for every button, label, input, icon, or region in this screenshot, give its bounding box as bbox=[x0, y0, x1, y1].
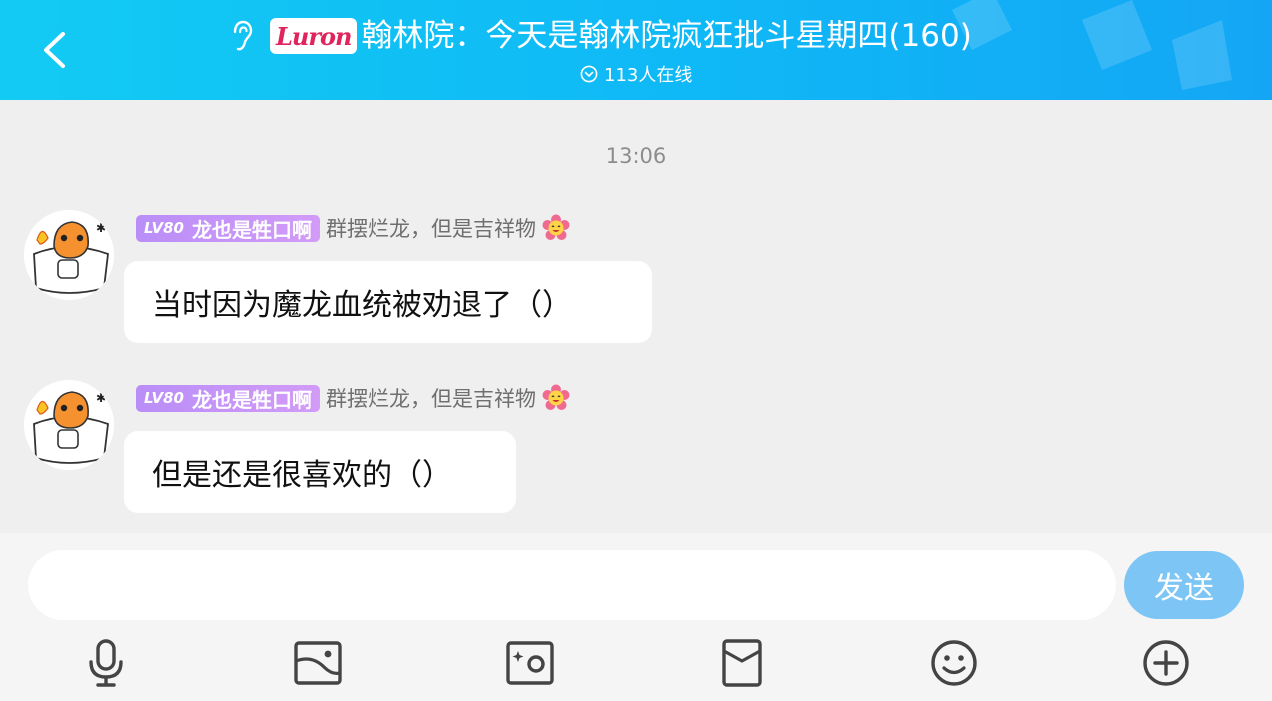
sender-nickname[interactable]: 龙也是牲口啊 bbox=[192, 214, 312, 243]
flower-emoji-icon bbox=[542, 214, 570, 240]
message-text: 当时因为魔龙血统被劝退了（） bbox=[152, 288, 572, 323]
flower-emoji-icon bbox=[542, 384, 570, 410]
photo-icon bbox=[294, 641, 342, 685]
microphone-icon bbox=[89, 639, 123, 687]
svg-text:✱: ✱ bbox=[30, 381, 40, 395]
voice-button[interactable] bbox=[80, 637, 132, 689]
camera-icon bbox=[506, 641, 554, 685]
red-packet-button[interactable] bbox=[716, 637, 768, 689]
message-text: 但是还是很喜欢的（） bbox=[152, 458, 452, 493]
online-status[interactable]: 113人在线 bbox=[580, 61, 692, 87]
message-bubble[interactable]: 当时因为魔龙血统被劝退了（） bbox=[124, 261, 652, 343]
message-bubble[interactable]: 但是还是很喜欢的（） bbox=[124, 431, 516, 513]
avatar-image: ✱ ✱ bbox=[24, 380, 114, 470]
chevron-circle-down-icon bbox=[580, 65, 598, 83]
level-badge: LV80 龙也是牲口啊 bbox=[136, 384, 320, 413]
header-decoration bbox=[952, 0, 1232, 90]
brand-badge: Luron bbox=[270, 18, 358, 54]
camera-button[interactable] bbox=[504, 637, 556, 689]
group-title: 翰林院：今天是翰林院疯狂批斗星期四(160) bbox=[361, 18, 972, 54]
composer-toolbar bbox=[0, 637, 1272, 689]
chat-header: Luron 翰林院：今天是翰林院疯狂批斗星期四(160) 113人在线 bbox=[0, 0, 1272, 100]
emoji-icon bbox=[931, 640, 977, 686]
message-timestamp: 13:06 bbox=[605, 144, 667, 168]
svg-text:✱: ✱ bbox=[96, 391, 106, 405]
brand-badge-text: Luron bbox=[276, 21, 352, 51]
composer-bar: 发送 bbox=[0, 533, 1272, 701]
level-badge: LV80 龙也是牲口啊 bbox=[136, 214, 320, 243]
avatar[interactable]: ✱ ✱ bbox=[24, 210, 114, 300]
sender-nickname[interactable]: 龙也是牲口啊 bbox=[192, 384, 312, 413]
send-button[interactable]: 发送 bbox=[1124, 551, 1244, 619]
svg-text:✱: ✱ bbox=[30, 211, 40, 225]
avatar[interactable]: ✱ ✱ bbox=[24, 380, 114, 470]
sender-info: LV80 龙也是牲口啊 群摆烂龙，但是吉祥物 bbox=[136, 383, 570, 413]
emoji-button[interactable] bbox=[928, 637, 980, 689]
ear-icon bbox=[233, 20, 253, 51]
back-button[interactable] bbox=[36, 28, 76, 72]
more-button[interactable] bbox=[1140, 637, 1192, 689]
message-input[interactable] bbox=[28, 550, 1116, 620]
avatar-image: ✱ ✱ bbox=[24, 210, 114, 300]
sender-info: LV80 龙也是牲口啊 群摆烂龙，但是吉祥物 bbox=[136, 213, 570, 243]
photo-button[interactable] bbox=[292, 637, 344, 689]
level-text: LV80 bbox=[144, 389, 184, 407]
online-count: 113人在线 bbox=[604, 65, 693, 86]
chat-title-row[interactable]: Luron 翰林院：今天是翰林院疯狂批斗星期四(160) bbox=[228, 14, 972, 58]
level-text: LV80 bbox=[144, 219, 184, 237]
svg-text:✱: ✱ bbox=[96, 221, 106, 235]
plus-icon bbox=[1143, 640, 1189, 686]
member-title: 群摆烂龙，但是吉祥物 bbox=[325, 217, 536, 241]
member-title: 群摆烂龙，但是吉祥物 bbox=[325, 387, 536, 411]
chevron-left-icon bbox=[44, 32, 65, 68]
red-packet-icon bbox=[722, 639, 762, 687]
